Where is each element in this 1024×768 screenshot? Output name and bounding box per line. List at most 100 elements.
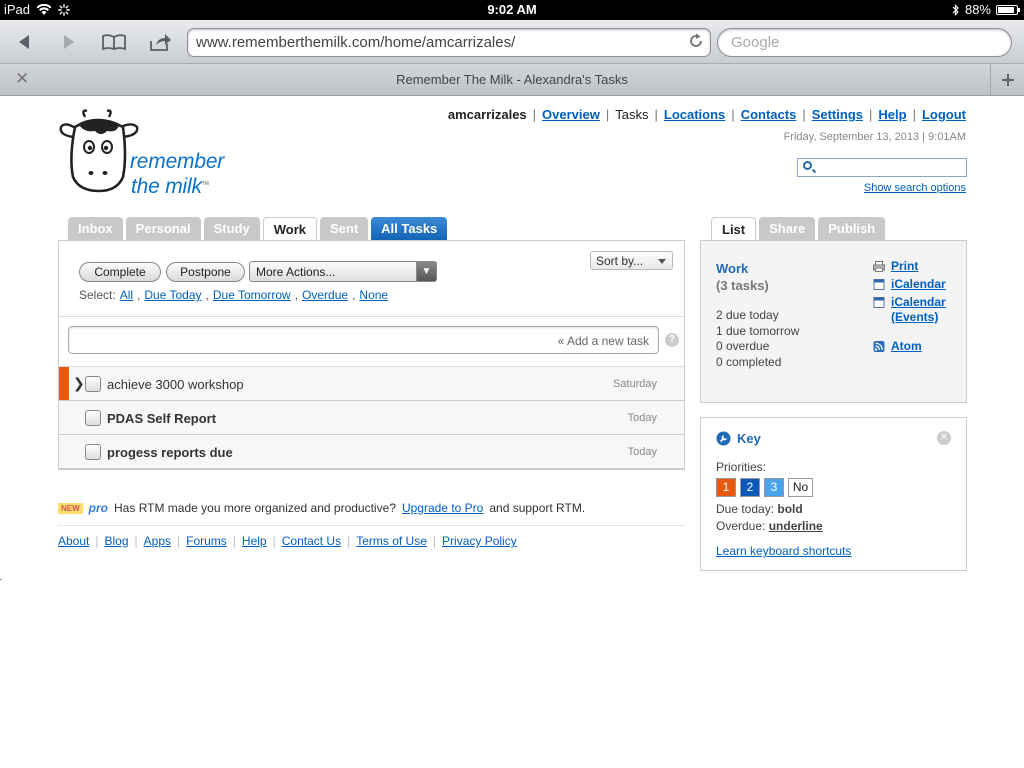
browser-tab-bar: ✕ Remember The Milk - Alexandra's Tasks [0,64,1024,96]
help-icon[interactable]: ? [665,333,679,347]
footer-terms-link[interactable]: Terms of Use [356,534,427,548]
task-name[interactable]: progess reports due [107,445,233,460]
promo-text-end: and support RTM. [489,501,586,515]
reload-icon[interactable] [688,33,704,49]
key-overdue: Overdue: underline [716,519,823,533]
no-priority-swatch: No [788,478,813,497]
stat-due-today: 2 due today [716,308,779,322]
nav-separator: | [731,107,735,122]
share-icon[interactable] [145,29,175,55]
footer-help-link[interactable]: Help [242,534,267,548]
calendar-icon [873,279,885,290]
keyboard-shortcuts-link[interactable]: Learn keyboard shortcuts [716,544,851,558]
back-arrow-icon[interactable] [9,29,39,55]
calendar-icon [873,297,885,308]
tab-study[interactable]: Study [203,217,260,240]
icalendar-link[interactable]: iCalendar [873,277,946,292]
nav-help-link[interactable]: Help [878,107,906,122]
rtm-logo[interactable]: remember the milkTM [57,107,247,198]
new-badge: NEW [58,502,83,514]
key-overdue-style: underline [768,519,823,533]
web-search-placeholder: Google [731,34,780,51]
status-bar: iPad 9:02 AM 88% [0,0,1024,20]
priority-marker [59,401,69,434]
select-due-tomorrow-link[interactable]: Due Tomorrow [213,288,291,302]
web-search-field[interactable]: Google [717,28,1012,57]
bookmarks-icon[interactable] [99,29,129,55]
tab-publish[interactable]: Publish [818,217,886,240]
sort-by-select[interactable]: Sort by... [590,251,673,270]
task-checkbox[interactable] [85,444,101,460]
task-checkbox[interactable] [85,376,101,392]
nav-locations-link[interactable]: Locations [664,107,725,122]
stat-due-tomorrow: 1 due tomorrow [716,323,800,338]
stat-overdue: 0 overdue [716,339,770,353]
logo-wordmark: remember the milkTM [130,150,225,198]
footer-blog-link[interactable]: Blog [104,534,128,548]
printer-icon [873,261,885,272]
upgrade-to-pro-link[interactable]: Upgrade to Pro [402,501,483,515]
footer-apps-link[interactable]: Apps [144,534,171,548]
task-row[interactable]: PDAS Self Report Today [59,401,684,435]
select-none-link[interactable]: None [359,288,388,302]
select-all-link[interactable]: All [120,288,133,302]
tab-work[interactable]: Work [262,217,317,241]
select-overdue-link[interactable]: Overdue [302,288,348,302]
page-content: remember the milkTM amcarrizales | Overv… [0,97,1024,768]
list-stats: 2 due today 1 due tomorrow 0 overdue 0 c… [716,308,799,370]
tab-inbox[interactable]: Inbox [68,217,123,240]
more-actions-select[interactable]: More Actions... ▼ [249,261,437,282]
battery-icon [996,4,1020,15]
tab-share[interactable]: Share [759,217,816,240]
edge-mark [0,579,2,580]
priority-1-swatch: 1 [716,478,736,497]
print-link[interactable]: Print [873,259,946,274]
atom-feed-link[interactable]: Atom [873,339,946,354]
url-field[interactable]: www.rememberthemilk.com/home/amcarrizale… [187,28,711,57]
add-task-row: « Add a new task ? [59,317,684,367]
task-row[interactable]: progess reports due Today [59,435,684,469]
task-due: Today [627,446,657,458]
close-icon[interactable]: ✕ [937,431,951,445]
footer-contact-link[interactable]: Contact Us [282,534,341,548]
username: amcarrizales [447,107,527,122]
list-info-panel: Work (3 tasks) 2 due today 1 due tomorro… [700,240,967,403]
task-actions-bar: Complete Postpone More Actions... ▼ Sort… [59,241,684,317]
more-actions-label: More Actions... [256,265,336,279]
icalendar-events-link[interactable]: iCalendar (Events) [873,295,946,325]
tab-title[interactable]: Remember The Milk - Alexandra's Tasks [0,72,1024,87]
task-name[interactable]: PDAS Self Report [107,411,216,426]
nav-overview-link[interactable]: Overview [542,107,600,122]
task-due: Today [627,412,657,424]
add-task-input[interactable]: « Add a new task [68,326,659,354]
key-due-today: Due today: bold [716,502,803,516]
tab-sent[interactable]: Sent [319,217,369,240]
show-search-options-link[interactable]: Show search options [864,182,966,194]
new-tab-icon[interactable] [990,64,1024,95]
task-checkbox[interactable] [85,410,101,426]
priority-3-swatch: 3 [764,478,784,497]
complete-button[interactable]: Complete [79,262,161,282]
footer-forums-link[interactable]: Forums [186,534,227,548]
promo-text: Has RTM made you more organized and prod… [114,501,396,515]
nav-separator: | [912,107,916,122]
priority-marker [59,435,69,468]
forward-arrow-icon[interactable] [54,29,84,55]
nav-settings-link[interactable]: Settings [812,107,863,122]
task-search-input[interactable] [797,158,967,177]
footer-about-link[interactable]: About [58,534,89,548]
key-title: Key [716,431,761,446]
nav-separator: | [532,107,537,122]
postpone-button[interactable]: Postpone [166,262,245,282]
task-row[interactable]: ❯ achieve 3000 workshop Saturday [59,367,684,401]
nav-logout-link[interactable]: Logout [922,107,966,122]
select-due-today-link[interactable]: Due Today [144,288,201,302]
tab-personal[interactable]: Personal [125,217,201,240]
nav-tasks-current: Tasks [615,107,649,122]
tab-all-tasks[interactable]: All Tasks [371,217,448,240]
task-name[interactable]: achieve 3000 workshop [107,377,244,392]
footer-privacy-link[interactable]: Privacy Policy [442,534,517,548]
tab-list[interactable]: List [711,217,757,241]
nav-contacts-link[interactable]: Contacts [741,107,797,122]
priorities-label: Priorities: [716,460,767,474]
